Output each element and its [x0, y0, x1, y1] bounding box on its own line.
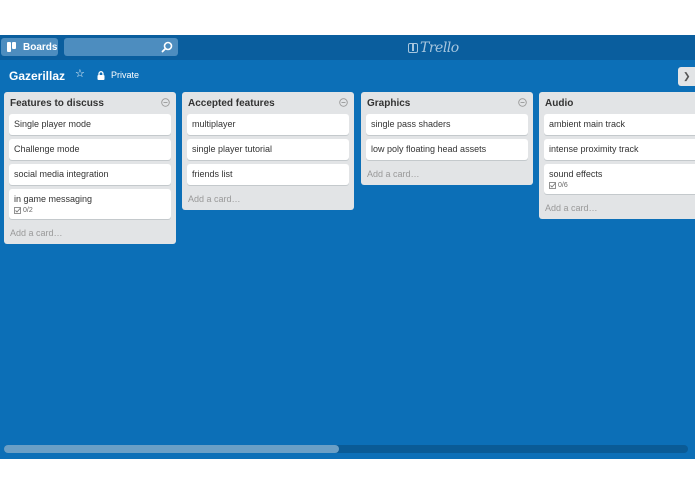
list-graphics: Graphics single pass shaders low poly fl…	[361, 92, 533, 185]
show-menu-button[interactable]: ❯	[678, 67, 695, 86]
card[interactable]: single player tutorial	[187, 139, 349, 160]
card[interactable]: Challenge mode	[9, 139, 171, 160]
checklist-icon	[14, 207, 21, 214]
add-card-link[interactable]: Add a card…	[182, 189, 354, 210]
checklist-icon	[549, 182, 556, 189]
card-title: in game messaging	[14, 194, 93, 204]
board-title[interactable]: Gazerillaz	[9, 69, 65, 83]
star-icon[interactable]: ☆	[75, 69, 85, 80]
list-header: Graphics	[361, 92, 533, 114]
list-header: Audio	[539, 92, 695, 114]
card[interactable]: social media integration	[9, 164, 171, 185]
trello-logo-icon	[408, 42, 418, 53]
add-card-link[interactable]: Add a card…	[539, 198, 695, 219]
card[interactable]: low poly floating head assets	[366, 139, 528, 160]
trello-logo[interactable]: Trello	[408, 39, 459, 56]
list-menu-icon[interactable]	[518, 98, 527, 107]
list-header: Features to discuss	[4, 92, 176, 114]
list-title[interactable]: Audio	[545, 98, 573, 109]
card-title: Single player mode	[14, 119, 92, 129]
boards-button[interactable]: Boards	[1, 38, 58, 56]
list-title[interactable]: Accepted features	[188, 98, 275, 109]
card-title: multiplayer	[192, 119, 236, 129]
list-features-to-discuss: Features to discuss Single player mode C…	[4, 92, 176, 244]
card-title: ambient main track	[549, 119, 626, 129]
list-menu-icon[interactable]	[161, 98, 170, 107]
checklist-badge: 0/6	[549, 182, 695, 189]
card-title: friends list	[192, 169, 233, 179]
list-audio: Audio ambient main track intense proximi…	[539, 92, 695, 219]
checklist-count: 0/2	[23, 207, 33, 214]
list-header: Accepted features	[182, 92, 354, 114]
top-header-bar: Boards Trello	[0, 35, 695, 60]
card[interactable]: in game messaging 0/2	[9, 189, 171, 219]
card[interactable]: Single player mode	[9, 114, 171, 135]
card[interactable]: sound effects 0/6	[544, 164, 695, 194]
search-icon[interactable]	[161, 41, 173, 53]
list-menu-icon[interactable]	[339, 98, 348, 107]
add-card-link[interactable]: Add a card…	[4, 223, 176, 244]
list-title[interactable]: Features to discuss	[10, 98, 104, 109]
card[interactable]: multiplayer	[187, 114, 349, 135]
card-title: Challenge mode	[14, 144, 80, 154]
privacy-button[interactable]: Private	[97, 70, 139, 80]
checklist-badge: 0/2	[14, 207, 166, 214]
add-card-link[interactable]: Add a card…	[361, 164, 533, 185]
horizontal-scrollbar-thumb[interactable]	[4, 445, 339, 453]
trello-logo-text: Trello	[420, 39, 459, 56]
card-title: social media integration	[14, 169, 109, 179]
boards-button-label: Boards	[23, 41, 58, 53]
card-title: sound effects	[549, 169, 603, 179]
checklist-count: 0/6	[558, 182, 568, 189]
list-accepted-features: Accepted features multiplayer single pla…	[182, 92, 354, 210]
card-title: low poly floating head assets	[371, 144, 487, 154]
chevron-right-icon: ❯	[683, 71, 691, 81]
board-canvas: Boards Trello Gazerillaz ☆ Private ❯ Fea…	[0, 35, 695, 459]
list-title[interactable]: Graphics	[367, 98, 410, 109]
card[interactable]: single pass shaders	[366, 114, 528, 135]
card[interactable]: friends list	[187, 164, 349, 185]
card-title: single pass shaders	[371, 119, 451, 129]
card-title: intense proximity track	[549, 144, 639, 154]
card[interactable]: ambient main track	[544, 114, 695, 135]
boards-icon	[7, 42, 17, 52]
card[interactable]: intense proximity track	[544, 139, 695, 160]
card-title: single player tutorial	[192, 144, 273, 154]
board-header: Gazerillaz ☆ Private ❯	[0, 60, 695, 92]
lock-icon	[97, 70, 105, 80]
search-input[interactable]	[64, 38, 178, 56]
privacy-label: Private	[111, 70, 140, 80]
